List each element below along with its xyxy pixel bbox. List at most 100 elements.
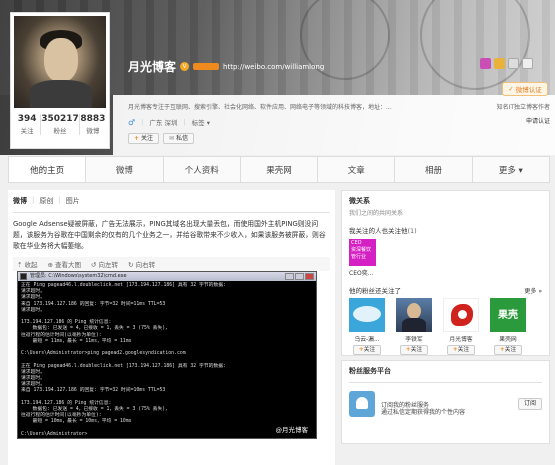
mutual-count: (1) [407,227,417,235]
location: 广东 深圳 [149,119,178,127]
stat-label: 微博 [86,127,100,135]
ceo-name[interactable]: CEO奕... [349,268,542,277]
message-label: 私信 [176,135,189,142]
profile-url[interactable]: http://weibo.com/williamlong [223,63,324,71]
tab-more[interactable]: 更多 ▾ [473,157,549,182]
view-large-label: 查看大图 [55,261,82,269]
tab-profile[interactable]: 个人资料 [164,157,241,182]
fan-name[interactable]: 李铁军 [396,334,432,343]
card-title: 粉丝服务平台 [349,367,391,375]
tab-weibo[interactable]: 微博 [86,157,164,182]
right-sidebar: 微关系 我们之间的共同关系 我关注的人也关注他(1) CEO 资深餐饮 管行业 … [341,190,550,465]
filter-weibo[interactable]: 微博 [13,196,27,206]
ceo-avatar[interactable]: CEO 资深餐饮 管行业 [349,239,376,266]
filter-images[interactable]: 图片 [66,196,80,206]
tab-home[interactable]: 他的主页 [9,157,87,182]
fan-item: 乌云-漏... +关注 [349,298,385,355]
cmd-title: 管理员: C:\Windows\system32\cmd.exe [30,273,127,279]
rotate-right-label: 向右转 [135,261,156,269]
fan-service-card: 粉丝服务平台 订阅我的粉丝服务 订阅 通过私信定期获得我的个性内容 [341,360,550,444]
fans-header: 他的粉丝还关注了 更多 » [349,285,542,295]
app-icon[interactable] [494,58,505,69]
feed-filter: 微博 | 原创 | 图片 [13,196,330,206]
fans-list: 乌云-漏... +关注 李铁军 +关注 月光博客 +关注 果壳 果壳网 +关注 [349,298,542,355]
stat-following[interactable]: 394 关注 [14,114,42,135]
fan-item: 果壳 果壳网 +关注 [490,298,526,355]
sep: | [141,118,144,126]
person-photo[interactable] [396,298,432,332]
vip-badge-icon[interactable] [193,63,220,70]
profile-name: 月光博客 [128,60,177,74]
app-icon[interactable] [522,58,533,69]
weibo-cert-badge[interactable]: ✓ 微博认证 [502,82,548,96]
fan-name[interactable]: 月光博客 [443,334,479,343]
collapse-button[interactable]: ⇡ 收起 [17,259,38,269]
follow-label: 关注 [363,347,376,353]
cert-description: 知名IT独立博客作者 [496,104,550,111]
profile-card: 394 关注 350217 粉丝 8883 微博 [10,12,110,149]
plus-icon: + [134,135,140,142]
avatar[interactable] [14,16,106,108]
stat-number: 8883 [80,114,106,124]
stat-label: 关注 [20,127,34,135]
fan-name[interactable]: 乌云-漏... [349,334,385,343]
rotate-left-button[interactable]: ↺ 向左转 [91,259,118,269]
tags-dropdown[interactable]: 标签 ▾ [192,117,210,127]
fan-name[interactable]: 果壳网 [490,334,526,343]
follow-label: 关注 [141,135,154,142]
wooyun-icon[interactable] [349,298,385,332]
male-icon: ♂ [128,117,136,127]
view-large-button[interactable]: ⊕ 查看大图 [48,259,82,269]
cmd-icon [20,273,27,280]
follow-button[interactable]: +关注 [400,345,428,355]
divider [13,212,330,213]
profile-meta: ♂ | 广东 深圳 | 标签 ▾ [128,117,210,128]
follow-button[interactable]: +关注 [494,345,522,355]
follow-label: 关注 [457,347,470,353]
sep: | [58,196,61,204]
cert-badge-label: 微博认证 [515,86,542,94]
message-button[interactable]: ✉ 私信 [163,133,195,144]
cmd-line: C:\Users\Administrator> [21,431,88,437]
apply-cert-link[interactable]: 申请认证 [490,116,550,125]
stat-number: 394 [17,114,37,124]
cmd-output: 正在 Ping pagead46.l.doubleclick.net [173.… [18,281,316,438]
guokr-icon[interactable]: 果壳 [490,298,526,332]
follow-button[interactable]: + 关注 [128,133,160,144]
follow-button[interactable]: +关注 [353,345,381,355]
subscribe-button[interactable]: 订阅 [518,398,542,410]
tab-articles[interactable]: 文章 [318,157,396,182]
stat-number: 350217 [41,114,79,124]
stat-weibo[interactable]: 8883 微博 [80,114,106,135]
profile-name-row: 月光博客 V http://weibo.com/williamlong [128,58,324,75]
lion-icon[interactable] [443,298,479,332]
follow-button[interactable]: +关注 [447,345,475,355]
profile-stats: 394 关注 350217 粉丝 8883 微博 [14,114,106,135]
tab-album[interactable]: 相册 [395,157,473,182]
app-icon[interactable] [480,58,491,69]
cert-icon: ✓ [508,85,514,93]
stat-fans[interactable]: 350217 粉丝 [41,114,80,135]
bell-icon [349,391,375,417]
post-image[interactable]: 管理员: C:\Windows\system32\cmd.exe 正在 Ping… [17,271,317,439]
window-buttons [285,273,314,280]
mutual-heading-text: 我关注的人也关注他 [349,227,408,235]
rotate-right-button[interactable]: ↻ 向右转 [128,259,155,269]
stat-label: 粉丝 [53,127,67,135]
more-link[interactable]: 更多 » [524,286,542,295]
follow-label: 关注 [410,347,423,353]
rotate-left-label: 向左转 [98,261,119,269]
collapse-label: 收起 [24,261,38,269]
cmd-titlebar: 管理员: C:\Windows\system32\cmd.exe [18,272,316,281]
tab-guokr[interactable]: 果壳网 [241,157,319,182]
filter-original[interactable]: 原创 [39,196,53,206]
relationship-card: 微关系 我们之间的共同关系 我关注的人也关注他(1) CEO 资深餐饮 管行业 … [341,190,550,356]
image-toolbar: ⇡ 收起 ⊕ 查看大图 ↺ 向左转 ↻ 向右转 [13,257,330,271]
sep: | [32,196,35,204]
fan-item: 月光博客 +关注 [443,298,479,355]
app-icon[interactable] [508,58,519,69]
profile-actions: + 关注 ✉ 私信 [128,133,195,144]
top-icons [480,58,533,69]
follow-label: 关注 [504,347,517,353]
verified-icon: V [180,62,190,71]
